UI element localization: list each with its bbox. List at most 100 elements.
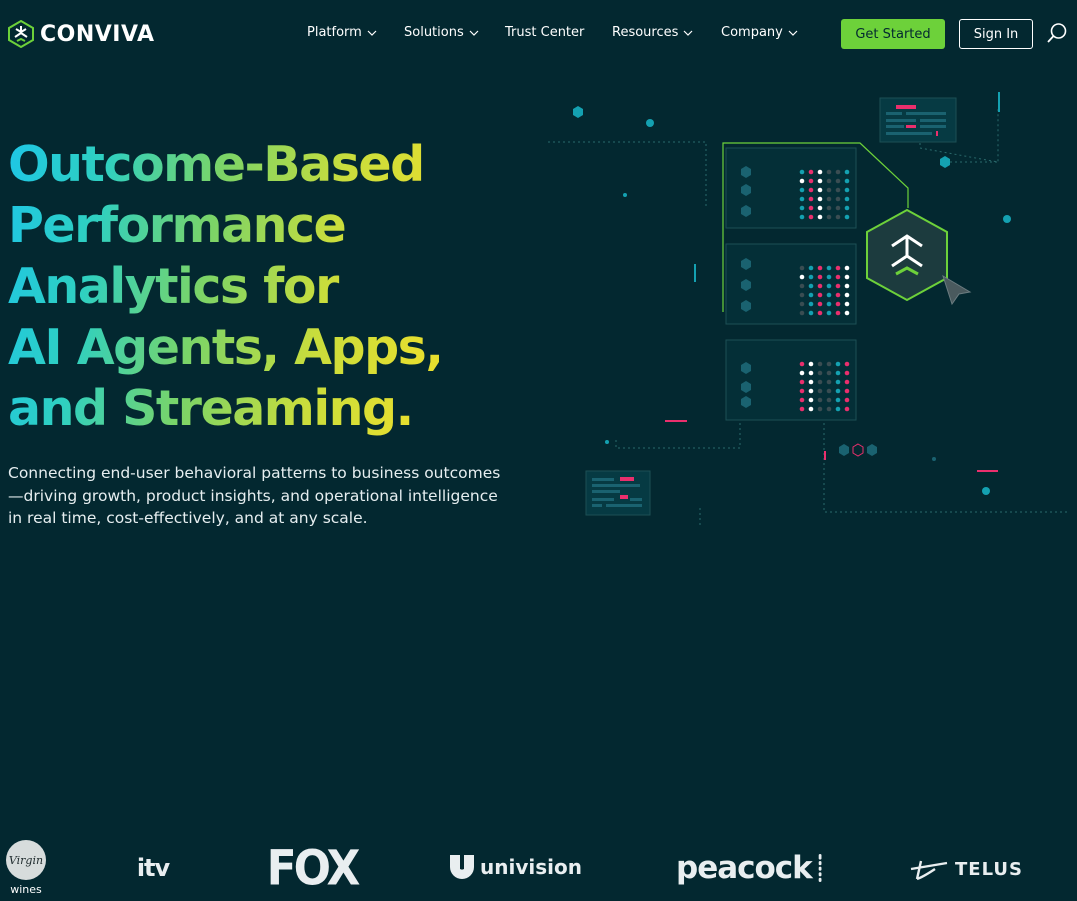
- conviva-logo-icon: [8, 20, 34, 48]
- conviva-logo[interactable]: CONVIVA: [8, 20, 155, 48]
- code-card: [879, 97, 957, 143]
- main-menu: Platform Solutions Trust Center Resource…: [307, 25, 811, 40]
- grid-dot: [826, 310, 832, 316]
- grid-dot: [817, 370, 823, 376]
- nav-item-label: Resources: [612, 25, 679, 40]
- nav-item-resources[interactable]: Resources: [612, 25, 721, 40]
- peacock-dots-icon: [818, 854, 822, 882]
- nav-item-label: Trust Center: [505, 25, 585, 40]
- grid-dot: [826, 265, 832, 271]
- grid-dot: [799, 397, 805, 403]
- nav-item-platform[interactable]: Platform: [307, 25, 404, 40]
- nav-item-label: Platform: [307, 25, 362, 40]
- grid-dot: [844, 274, 850, 280]
- grid-dot: [835, 205, 841, 211]
- grid-dot: [844, 361, 850, 367]
- grid-dot: [835, 169, 841, 175]
- grid-dot: [817, 205, 823, 211]
- grid-dot: [799, 388, 805, 394]
- grid-dot: [826, 301, 832, 307]
- grid-dot: [817, 379, 823, 385]
- get-started-button[interactable]: Get Started: [841, 19, 945, 49]
- itv-logo: itv: [136, 854, 170, 882]
- grid-dot: [826, 361, 832, 367]
- grid-dot: [826, 370, 832, 376]
- grid-dot: [808, 310, 814, 316]
- headline-line: Analytics for: [8, 258, 338, 315]
- nav-item-company[interactable]: Company: [721, 25, 811, 40]
- telus-mark-icon: [910, 860, 948, 881]
- chevron-down-icon: [367, 30, 377, 36]
- grid-dot: [799, 370, 805, 376]
- virgin-wines-logo: Virgin wines: [4, 837, 48, 899]
- telus-logo: TELUS: [906, 855, 1026, 883]
- univision-mark-icon: [450, 855, 474, 879]
- grid-dot: [835, 274, 841, 280]
- grid-dot: [835, 406, 841, 412]
- grid-dot: [799, 169, 805, 175]
- grid-dot: [826, 178, 832, 184]
- grid-dot: [817, 265, 823, 271]
- grid-dot: [799, 205, 805, 211]
- nav-item-label: Company: [721, 25, 783, 40]
- peacock-logo: peacock: [676, 845, 822, 891]
- grid-dot: [844, 310, 850, 316]
- grid-dot: [808, 274, 814, 280]
- fox-logo: FOX: [266, 839, 361, 897]
- grid-dot: [817, 214, 823, 220]
- chevron-down-icon: [683, 30, 693, 36]
- grid-dot: [826, 187, 832, 193]
- search-icon[interactable]: [1046, 22, 1068, 44]
- grid-dot: [808, 301, 814, 307]
- grid-dot: [844, 196, 850, 202]
- grid-dot: [799, 187, 805, 193]
- virgin-wines-badge-icon: Virgin: [6, 840, 46, 880]
- grid-dot: [808, 196, 814, 202]
- grid-dot: [808, 292, 814, 298]
- grid-dot: [835, 370, 841, 376]
- nav-item-solutions[interactable]: Solutions: [404, 25, 505, 40]
- grid-dot: [826, 397, 832, 403]
- grid-dot: [808, 397, 814, 403]
- grid-dot: [826, 379, 832, 385]
- grid-dot: [808, 283, 814, 289]
- grid-dot: [844, 379, 850, 385]
- headline-line: Outcome-Based: [8, 136, 424, 193]
- grid-dot: [835, 178, 841, 184]
- grid-dot: [799, 406, 805, 412]
- grid-dot: [844, 370, 850, 376]
- grid-dot: [808, 370, 814, 376]
- grid-dot: [817, 187, 823, 193]
- top-navigation: CONVIVA Platform Solutions Trust Center …: [0, 0, 1077, 68]
- hero-subtext: Connecting end-user behavioral patterns …: [8, 464, 501, 527]
- grid-dot: [835, 265, 841, 271]
- grid-dot: [808, 205, 814, 211]
- grid-dot: [817, 310, 823, 316]
- univision-logo: univision: [448, 851, 594, 883]
- grid-dot: [826, 205, 832, 211]
- grid-dot: [835, 397, 841, 403]
- grid-dot: [844, 169, 850, 175]
- customer-logos-strip: Virgin wines itv FOX univision peacock T…: [0, 835, 1077, 901]
- grid-dot: [835, 301, 841, 307]
- grid-dot: [808, 187, 814, 193]
- grid-dot: [835, 292, 841, 298]
- grid-dot: [799, 214, 805, 220]
- grid-dot: [799, 301, 805, 307]
- grid-dot: [799, 283, 805, 289]
- grid-dot: [835, 187, 841, 193]
- grid-dot: [826, 283, 832, 289]
- chevron-down-icon: [469, 30, 479, 36]
- grid-dot: [844, 292, 850, 298]
- nav-item-trust-center[interactable]: Trust Center: [505, 25, 612, 40]
- grid-dot: [835, 283, 841, 289]
- nav-item-label: Solutions: [404, 25, 464, 40]
- grid-dot: [835, 214, 841, 220]
- grid-dot: [826, 169, 832, 175]
- grid-dot: [835, 196, 841, 202]
- chevron-down-icon: [788, 30, 798, 36]
- sign-in-button[interactable]: Sign In: [959, 19, 1033, 49]
- grid-dot: [817, 301, 823, 307]
- grid-dot: [808, 214, 814, 220]
- grid-dot: [844, 265, 850, 271]
